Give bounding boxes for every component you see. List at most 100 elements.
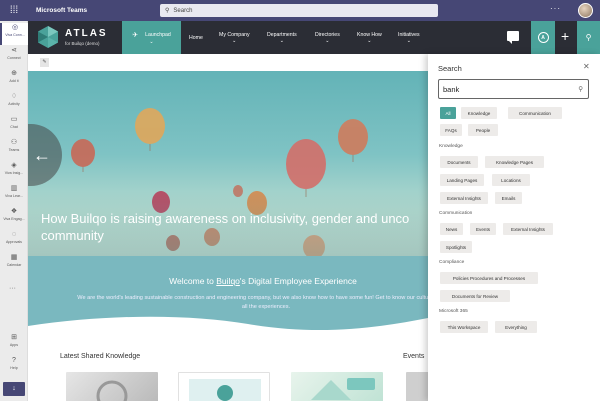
- nav-item-label: Know How: [357, 31, 382, 38]
- chat-bubble-icon[interactable]: [507, 31, 519, 44]
- knowledge-card-thumbnail[interactable]: [291, 372, 383, 401]
- nav-directories[interactable]: Directories ⌄: [315, 21, 340, 54]
- rail-item-calendar[interactable]: ▦ Calendar: [0, 253, 28, 275]
- nav-item-label: Home: [189, 34, 203, 41]
- nav-home[interactable]: Home: [189, 21, 203, 54]
- event-card-thumbnail[interactable]: [406, 372, 428, 401]
- rail-item-connect[interactable]: ⋖ Connect: [0, 46, 28, 68]
- rail-item-add-it[interactable]: ⊕ Add it: [0, 69, 28, 91]
- knowledge-card-thumbnail[interactable]: [66, 372, 158, 401]
- chevron-down-icon: ⌄: [406, 37, 411, 44]
- scope-chip-spotlights[interactable]: Spotlights: [440, 241, 472, 253]
- chevron-down-icon: ⌄: [279, 37, 284, 44]
- nav-know-how[interactable]: Know How ⌄: [357, 21, 382, 54]
- scope-chip-events[interactable]: Events: [470, 223, 496, 235]
- teams-window: ⁞⁞⁞ Microsoft Teams ⚲ Search ··· ◎ Viva …: [0, 0, 600, 401]
- scope-chip-external-insights[interactable]: External Insights: [440, 192, 488, 204]
- nav-departments[interactable]: Departments ⌄: [267, 21, 297, 54]
- rail-item-label: Chat: [10, 125, 18, 129]
- search-icon[interactable]: ⚲: [578, 85, 583, 93]
- nav-launchpad[interactable]: ✈ Launchpad ⌄: [122, 21, 181, 54]
- rail-item-label: Approvals: [6, 240, 22, 244]
- welcome-body: We are the world's leading sustainable c…: [77, 295, 428, 310]
- scope-chip-locations[interactable]: Locations: [492, 174, 530, 186]
- knowledge-card-thumbnail[interactable]: [178, 372, 270, 401]
- scope-chip-news[interactable]: News: [440, 223, 463, 235]
- teams-title-bar: ⁞⁞⁞ Microsoft Teams ⚲ Search ···: [0, 0, 600, 21]
- app-launcher-grid-icon[interactable]: ⁞⁞⁞: [0, 0, 28, 21]
- rail-item-label: Activity: [8, 102, 20, 106]
- group-label-knowledge: Knowledge: [439, 144, 463, 149]
- learning-icon: ▥: [10, 185, 18, 192]
- add-icon: ⊕: [11, 70, 17, 77]
- chevron-down-icon: ⌄: [367, 37, 372, 44]
- atlas-top-nav: ATLAS for Builqo (demo) ✈ Launchpad ⌄ Ho…: [28, 21, 600, 54]
- more-apps-icon[interactable]: ···: [9, 285, 16, 292]
- scope-chip-documents-for-review[interactable]: Documents for Review: [440, 290, 510, 302]
- user-avatar[interactable]: [578, 3, 593, 18]
- events-title: Events: [403, 353, 425, 360]
- scope-chip-policies[interactable]: Policies Procedures and Processes: [440, 272, 538, 284]
- hero-title[interactable]: How Builqo is raising awareness on inclu…: [41, 210, 428, 244]
- app-rail: ◎ Viva Conn... ⋖ Connect ⊕ Add it ♢ Acti…: [0, 21, 28, 401]
- nav-item-label: My Company: [219, 31, 250, 38]
- scope-chip-documents[interactable]: Documents: [440, 156, 478, 168]
- more-options-icon[interactable]: ···: [550, 4, 561, 13]
- rail-item-label: Add it: [9, 79, 19, 83]
- nav-search-icon[interactable]: ⚲: [577, 21, 600, 54]
- search-panel: Search ✕ ⚲ All Knowledge Communication F…: [428, 54, 600, 401]
- atlas-assistant-button[interactable]: A: [531, 21, 555, 54]
- search-icon: ⚲: [165, 8, 170, 14]
- welcome-title: Welcome to Builqo's Digital Employee Exp…: [28, 276, 428, 286]
- edit-page-icon[interactable]: ✎: [40, 58, 49, 67]
- scope-chip-knowledge-pages[interactable]: Knowledge Pages: [485, 156, 544, 168]
- rail-item-viva-connections[interactable]: ◎ Viva Conn...: [0, 23, 28, 45]
- rail-item-label: Teams: [8, 148, 20, 152]
- filter-chip-people[interactable]: People: [468, 124, 498, 136]
- nav-item-label: Directories: [315, 31, 340, 38]
- welcome-title-pre: Welcome to: [169, 276, 217, 286]
- teams-search-bar[interactable]: ⚲ Search: [160, 4, 438, 17]
- logo-title: ATLAS: [65, 28, 108, 39]
- scope-chip-external-insights-comm[interactable]: External Insights: [503, 223, 553, 235]
- group-label-microsoft-365: Microsoft 365: [439, 309, 468, 314]
- company-link[interactable]: Builqo: [216, 276, 240, 286]
- apps-icon: ⊞: [11, 334, 17, 341]
- filter-chip-communication[interactable]: Communication: [508, 107, 562, 119]
- search-input-box[interactable]: ⚲: [438, 79, 589, 99]
- rail-item-viva-engage[interactable]: ❖ Viva Engag...: [0, 207, 28, 229]
- nav-my-company[interactable]: My Company ⌄: [219, 21, 250, 54]
- close-icon[interactable]: ✕: [583, 62, 590, 71]
- filter-chip-faqs[interactable]: FAQs: [440, 124, 462, 136]
- page-content: ✎ ← How Builqo is raising awareness on i…: [28, 54, 428, 401]
- logo-subtitle: for Builqo (demo): [65, 41, 100, 46]
- rail-item-label: Apps: [9, 343, 19, 347]
- bell-icon: ♢: [10, 93, 18, 100]
- rail-item-label: Viva Engag...: [3, 217, 25, 221]
- filter-chip-all[interactable]: All: [440, 107, 456, 119]
- scope-chip-landing-pages[interactable]: Landing Pages: [440, 174, 484, 186]
- search-input[interactable]: [443, 84, 568, 94]
- insights-icon: ◈: [11, 162, 17, 169]
- atlas-logo-icon[interactable]: [36, 25, 60, 49]
- scope-chip-emails[interactable]: Emails: [495, 192, 522, 204]
- search-panel-title: Search: [438, 64, 462, 73]
- rail-item-apps[interactable]: ⊞ Apps: [0, 333, 28, 355]
- rail-item-activity[interactable]: ♢ Activity: [0, 92, 28, 114]
- rail-item-viva-learning[interactable]: ▥ Viva Lear...: [0, 184, 28, 206]
- download-icon[interactable]: ↓: [3, 382, 25, 396]
- group-label-compliance: Compliance: [439, 260, 465, 265]
- nav-initiatives[interactable]: Initiatives ⌄: [398, 21, 420, 54]
- rail-item-teams[interactable]: ⚇ Teams: [0, 138, 28, 160]
- scope-chip-this-workspace[interactable]: This Workspace: [440, 321, 488, 333]
- atlas-a-icon: A: [537, 32, 549, 43]
- scope-chip-everything[interactable]: Everything: [495, 321, 537, 333]
- rail-item-approvals[interactable]: ◌ Approvals: [0, 230, 28, 252]
- plus-icon[interactable]: +: [561, 28, 569, 44]
- share-icon: ⋖: [11, 47, 17, 54]
- rail-item-chat[interactable]: ▭ Chat: [0, 115, 28, 137]
- rail-item-help[interactable]: ? Help: [0, 356, 28, 378]
- filter-chip-knowledge[interactable]: Knowledge: [461, 107, 497, 119]
- rail-item-viva-insights[interactable]: ◈ Viva Insig...: [0, 161, 28, 183]
- rail-item-label: Viva Insig...: [4, 171, 24, 175]
